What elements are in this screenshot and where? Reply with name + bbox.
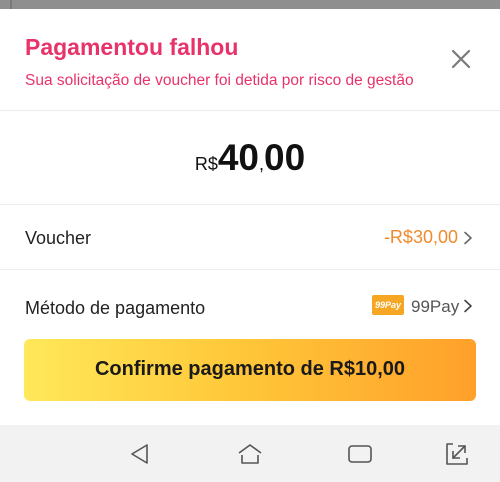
confirm-payment-button[interactable]: Confirme pagamento de R$10,00: [24, 339, 476, 401]
amount-integer: 40: [217, 137, 259, 178]
amount-currency: R$: [194, 154, 218, 174]
voucher-value: -R$30,00: [383, 227, 458, 247]
screen: Pagamentou falhou Sua solicitação de vou…: [0, 0, 500, 482]
home-icon: [238, 444, 262, 464]
voucher-label: Voucher: [25, 228, 92, 248]
back-icon: [131, 444, 148, 464]
nav-home-button[interactable]: [237, 441, 263, 467]
recent-apps-icon: [348, 445, 372, 463]
amount-value: R$40,00: [0, 137, 500, 179]
chevron-right-icon: [464, 231, 472, 245]
dialog-subtitle: Sua solicitação de voucher foi detida po…: [25, 72, 414, 89]
payment-method-name: 99Pay: [411, 297, 460, 316]
payment-method-row[interactable]: Método de pagamento 99Pay 99Pay: [0, 270, 500, 337]
nav-back-button[interactable]: [127, 441, 153, 467]
background-edge: [10, 0, 12, 9]
payment-method-label: Método de pagamento: [25, 298, 206, 318]
dialog-title: Pagamentou falhou: [25, 34, 239, 60]
confirm-payment-label: Confirme pagamento de R$10,00: [94, 358, 406, 380]
99pay-logo-icon: 99Pay: [372, 295, 404, 315]
sheet-header: Pagamentou falhou Sua solicitação de vou…: [0, 9, 500, 111]
system-navigation-bar: [0, 425, 500, 482]
payment-failed-sheet: Pagamentou falhou Sua solicitação de vou…: [0, 9, 500, 425]
amount-decimal: 00: [264, 137, 306, 178]
amount-display: R$40,00: [0, 111, 500, 205]
voucher-row[interactable]: Voucher -R$30,00: [0, 205, 500, 270]
close-button[interactable]: [448, 46, 474, 72]
chevron-right-icon: [464, 299, 472, 313]
dimmed-background: [0, 0, 500, 9]
nav-recent-apps-button[interactable]: [347, 441, 373, 467]
rotate-icon: [446, 443, 468, 465]
nav-rotate-button[interactable]: [444, 441, 470, 467]
close-icon: [451, 49, 471, 69]
